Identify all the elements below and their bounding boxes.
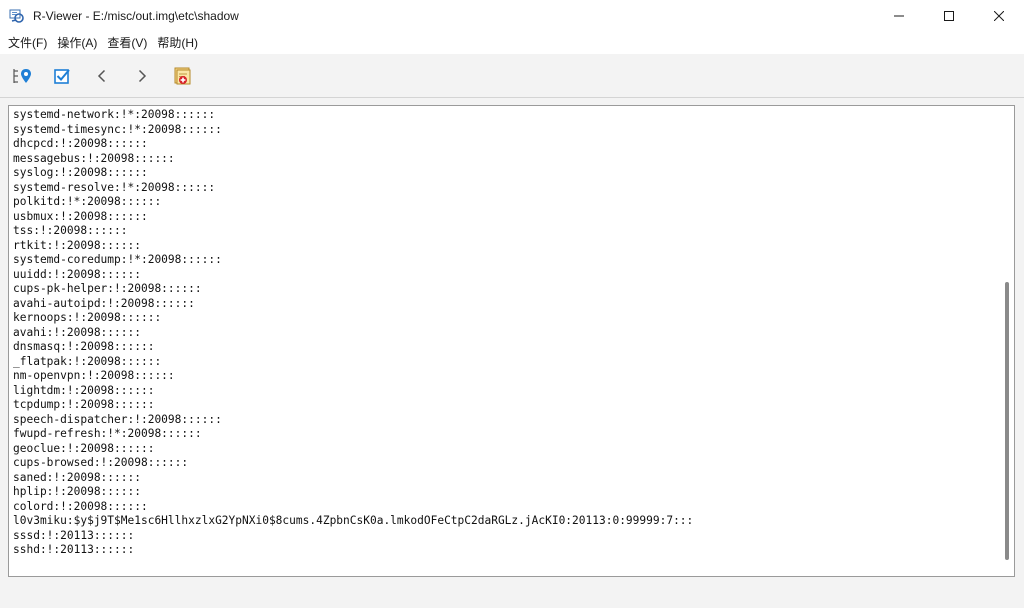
maximize-icon xyxy=(944,11,954,21)
status-bar xyxy=(0,580,1024,608)
close-icon xyxy=(994,11,1004,21)
forward-button[interactable] xyxy=(130,64,154,88)
menu-help[interactable]: 帮助(H) xyxy=(152,32,203,54)
text-line: uuidd:!:20098:::::: xyxy=(13,267,141,281)
menu-view[interactable]: 查看(V) xyxy=(102,32,152,54)
text-line: tss:!:20098:::::: xyxy=(13,224,128,237)
text-line: avahi:!:20098:::::: xyxy=(13,325,141,339)
text-line: messagebus:!:20098:::::: xyxy=(13,151,175,165)
minimize-icon xyxy=(894,15,904,17)
recover-button[interactable] xyxy=(171,64,195,88)
menu-file[interactable]: 文件(F) xyxy=(3,32,52,54)
menu-action[interactable]: 操作(A) xyxy=(52,32,102,54)
text-line: systemd-resolve:!*:20098:::::: xyxy=(13,180,216,194)
text-line: fwupd-refresh:!*:20098:::::: xyxy=(13,427,202,440)
text-line: dnsmasq:!:20098:::::: xyxy=(13,340,155,353)
text-line: hplip:!:20098:::::: xyxy=(13,485,141,498)
text-line: dhcpcd:!:20098:::::: xyxy=(13,137,148,150)
text-line: sssd:!:20113:::::: xyxy=(13,528,135,542)
text-line: l0v3miku:$y$j9T$Me1sc6HllhxzlxG2YpNXi0$8… xyxy=(13,514,694,527)
check-button[interactable] xyxy=(50,64,74,88)
text-line: speech-dispatcher:!:20098:::::: xyxy=(13,412,222,426)
minimize-button[interactable] xyxy=(874,0,924,32)
app-icon xyxy=(9,8,25,24)
text-line: colord:!:20098:::::: xyxy=(13,499,148,513)
text-line: kernoops:!:20098:::::: xyxy=(13,311,162,324)
text-line: sshd:!:20113:::::: xyxy=(13,543,135,556)
text-line: polkitd:!*:20098:::::: xyxy=(13,195,162,208)
text-line: avahi-autoipd:!:20098:::::: xyxy=(13,296,195,310)
text-line: _flatpak:!:20098:::::: xyxy=(13,354,162,368)
text-line: systemd-timesync:!*:20098:::::: xyxy=(13,122,222,136)
text-line: cups-browsed:!:20098:::::: xyxy=(13,456,189,469)
window-title: R-Viewer - E:/misc/out.img\etc\shadow xyxy=(33,9,239,23)
toolbar xyxy=(0,54,1024,98)
text-line: syslog:!:20098:::::: xyxy=(13,166,148,179)
chevron-right-icon xyxy=(138,69,147,83)
tree-location-icon xyxy=(13,69,31,83)
title-bar: R-Viewer - E:/misc/out.img\etc\shadow xyxy=(0,0,1024,32)
tree-location-button[interactable] xyxy=(10,64,34,88)
back-button[interactable] xyxy=(90,64,114,88)
text-line: usbmux:!:20098:::::: xyxy=(13,209,148,223)
text-line: geoclue:!:20098:::::: xyxy=(13,441,155,455)
text-line: cups-pk-helper:!:20098:::::: xyxy=(13,282,202,295)
menu-bar: 文件(F) 操作(A) 查看(V) 帮助(H) xyxy=(0,32,1024,54)
scrollbar-thumb[interactable] xyxy=(1005,282,1009,560)
file-text: systemd-network:!*:20098:::::: systemd-ti… xyxy=(13,108,693,558)
file-content-view[interactable]: systemd-network:!*:20098:::::: systemd-ti… xyxy=(8,105,1015,577)
close-button[interactable] xyxy=(974,0,1024,32)
text-line: systemd-network:!*:20098:::::: xyxy=(13,108,216,121)
checkbox-icon xyxy=(54,69,70,84)
text-line: saned:!:20098:::::: xyxy=(13,470,141,484)
text-line: lightdm:!:20098:::::: xyxy=(13,383,155,397)
recover-files-icon xyxy=(174,67,191,85)
text-line: systemd-coredump:!*:20098:::::: xyxy=(13,253,222,266)
text-line: rtkit:!:20098:::::: xyxy=(13,238,141,252)
maximize-button[interactable] xyxy=(924,0,974,32)
chevron-left-icon xyxy=(97,69,106,83)
text-line: nm-openvpn:!:20098:::::: xyxy=(13,369,175,382)
vertical-scrollbar[interactable] xyxy=(1000,106,1014,576)
text-line: tcpdump:!:20098:::::: xyxy=(13,398,155,411)
